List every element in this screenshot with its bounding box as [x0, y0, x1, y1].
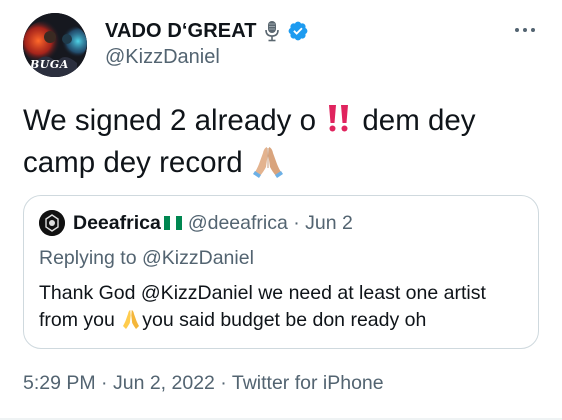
quoted-author-name[interactable]: Deeafrica — [73, 212, 161, 235]
quoted-text-part: you said budget be don ready oh — [142, 309, 427, 331]
tweet-source[interactable]: Twitter for iPhone — [232, 372, 384, 394]
quoted-tweet[interactable]: Deeafrica @deeafrica · Jun 2 Replying to… — [23, 195, 539, 349]
quoted-text-line-2: from you you said budget be don ready oh — [39, 307, 529, 334]
tweet-text-part: We signed 2 already o — [23, 104, 325, 137]
author-handle[interactable]: @KizzDaniel — [105, 46, 220, 69]
separator-dot: · — [95, 372, 113, 394]
replying-prefix: Replying to — [39, 247, 142, 269]
quoted-author-handle[interactable]: @deeafrica — [188, 212, 288, 235]
tweet-text-part: camp dey record — [23, 146, 251, 179]
folded-hands-icon — [251, 144, 285, 178]
separator-dot: · — [287, 211, 306, 234]
avatar-logo-text: BUGA — [30, 58, 69, 71]
quoted-tweet-header: Deeafrica @deeafrica · Jun 2 — [39, 210, 353, 236]
tweet-footer: 5:29 PM · Jun 2, 2022 · Twitter for iPho… — [23, 372, 384, 395]
author-name-row[interactable]: VADO D‘GREAT — [105, 18, 309, 44]
tweet-date[interactable]: Jun 2, 2022 — [113, 372, 215, 394]
tweet-time[interactable]: 5:29 PM — [23, 372, 96, 394]
folded-hands-icon — [120, 308, 142, 330]
author-display-name[interactable]: VADO D‘GREAT — [105, 20, 257, 43]
quoted-author-avatar[interactable] — [39, 210, 65, 236]
quoted-tweet-date[interactable]: Jun 2 — [305, 212, 353, 235]
quoted-tweet-text: Thank God @KizzDaniel we need at least o… — [39, 280, 529, 334]
quoted-replying-to: Replying to @KizzDaniel — [39, 247, 254, 270]
replying-to-mention[interactable]: @KizzDaniel — [142, 247, 254, 269]
tweet-text-line-1: We signed 2 already o dem dey — [23, 100, 543, 142]
tweet-text-part: dem dey — [354, 104, 476, 137]
more-options-icon[interactable] — [513, 20, 537, 40]
tweet-text-line-2: camp dey record — [23, 142, 543, 184]
tweet-card: BUGA VADO D‘GREAT @KizzDaniel We signed … — [0, 0, 562, 420]
quoted-text-line-1: Thank God @KizzDaniel we need at least o… — [39, 282, 486, 304]
microphone-icon — [263, 20, 281, 42]
tweet-text: We signed 2 already o dem dey camp dey r… — [23, 100, 543, 184]
author-avatar[interactable]: BUGA — [23, 13, 87, 77]
separator-dot: · — [214, 372, 232, 394]
double-exclamation-icon — [324, 103, 354, 133]
nigeria-flag-icon — [163, 214, 182, 232]
quoted-text-part: from you — [39, 309, 121, 331]
verified-badge-icon — [287, 20, 309, 42]
